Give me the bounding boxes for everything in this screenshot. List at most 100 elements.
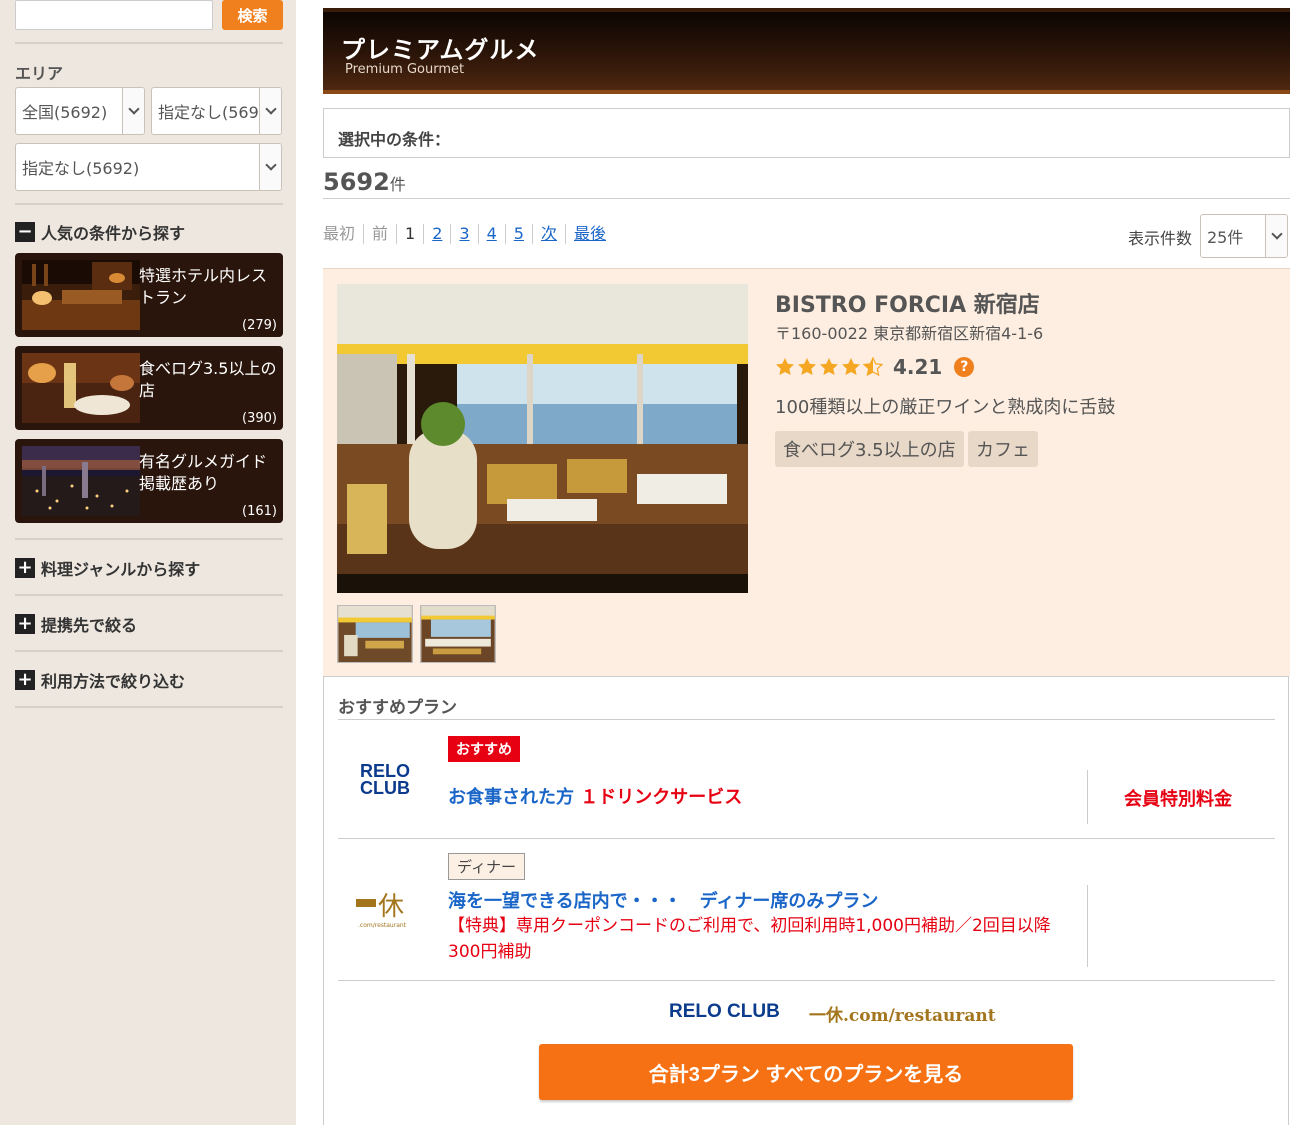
champagne-dinner-image <box>22 353 140 423</box>
pager-last[interactable]: 最後 <box>564 224 614 244</box>
city-select[interactable]: 指定なし(5692) <box>151 87 282 135</box>
genre-section-toggle[interactable]: + 料理ジャンルから探す <box>15 556 200 580</box>
popular-conditions-toggle[interactable]: − 人気の条件から探す <box>15 220 185 244</box>
chevron-down-icon <box>1265 215 1287 257</box>
pager-page-link[interactable]: 3 <box>450 224 477 244</box>
usage-section-label: 利用方法で絞り込む <box>41 672 186 691</box>
divider <box>15 538 283 540</box>
pager-page-link[interactable]: 2 <box>423 224 450 244</box>
shop-main-photo[interactable] <box>337 284 748 593</box>
star-half-icon <box>863 357 883 377</box>
star-icon <box>842 358 860 375</box>
pager-page-link[interactable]: 5 <box>504 224 532 244</box>
divider <box>15 594 283 596</box>
plus-icon: + <box>15 670 35 690</box>
pagination: 最初 前 1 2 3 4 5 次 最後 <box>323 224 614 244</box>
city-select-value: 指定なし(5692) <box>158 103 275 122</box>
plus-icon: + <box>15 614 35 634</box>
category-count: (279) <box>242 318 277 333</box>
page-subtitle: Premium Gourmet <box>345 62 465 77</box>
plan-title-link[interactable]: お食事された方 １ドリンクサービス <box>448 783 742 809</box>
shop-tag: カフェ <box>968 431 1038 467</box>
per-page-label: 表示件数 <box>1128 229 1193 248</box>
sidebar: 検索 エリア 全国(5692) 指定なし(5692) 指定なし(5692) − … <box>0 0 296 1125</box>
district-select[interactable]: 指定なし(5692) <box>15 143 282 191</box>
usage-section-toggle[interactable]: + 利用方法で絞り込む <box>15 668 185 692</box>
ikkyu-restaurant-logo: 一休.com/restaurant <box>809 1001 996 1026</box>
divider <box>338 719 1275 720</box>
star-icon <box>820 358 838 375</box>
shop-description: 100種類以上の厳正ワインと熟成肉に舌鼓 <box>775 397 1116 418</box>
plan-title-highlight: １ドリンクサービス <box>580 787 743 808</box>
plan-title-link[interactable]: 海を一望できる店内で・・・ ディナー席のみプラン <box>448 887 878 913</box>
category-title: 食べログ3.5以上の店 <box>139 359 277 400</box>
minus-icon: − <box>15 222 35 242</box>
divider <box>338 838 1275 839</box>
category-card-hotel-restaurant[interactable]: 特選ホテル内レストラン (279) <box>15 253 283 337</box>
relo-club-logo: RELO CLUB <box>360 761 411 798</box>
pager-prev: 前 <box>363 224 396 244</box>
category-card-tabelog[interactable]: 食べログ3.5以上の店 (390) <box>15 346 283 430</box>
pager-page-current: 1 <box>396 224 423 244</box>
page-title: プレミアムグルメ <box>341 36 540 64</box>
divider <box>1087 770 1088 824</box>
genre-section-label: 料理ジャンルから探す <box>41 560 201 579</box>
divider <box>15 203 283 205</box>
shop-tag: 食べログ3.5以上の店 <box>775 431 964 467</box>
ikkyu-logo: 休 .com/restaurant <box>356 892 407 929</box>
rating-value: 4.21 <box>893 355 943 379</box>
pager-page-link[interactable]: 4 <box>477 224 505 244</box>
search-input[interactable] <box>15 0 213 30</box>
svg-text:.com/restaurant: .com/restaurant <box>358 922 407 929</box>
pager-next[interactable]: 次 <box>531 224 565 244</box>
divider <box>15 42 283 44</box>
member-price: 会員特別料金 <box>1124 789 1232 810</box>
prefecture-select[interactable]: 全国(5692) <box>15 87 145 135</box>
shop-rating: 4.21 ? <box>775 355 975 379</box>
divider <box>15 706 283 708</box>
view-all-plans-button[interactable]: 合計3プラン すべてのプランを見る <box>539 1044 1073 1100</box>
plans-heading: おすすめプラン <box>338 698 457 718</box>
popular-conditions-heading: 人気の条件から探す <box>41 224 186 243</box>
selected-conditions: 選択中の条件： <box>323 108 1290 158</box>
pager-first: 最初 <box>323 224 356 243</box>
star-icon <box>776 358 794 375</box>
shop-address: 〒160-0022 東京都新宿区新宿4-1-6 <box>775 324 1044 343</box>
district-select-value: 指定なし(5692) <box>22 159 140 178</box>
category-card-gourmet-guide[interactable]: 有名グルメガイド掲載歴あり (161) <box>15 439 283 523</box>
plan-benefit-note: 【特典】専用クーポンコードのご利用で、初回利用時1,000円補助／2回目以降30… <box>448 916 1051 962</box>
help-icon[interactable]: ? <box>954 357 975 377</box>
relo-club-logo: RELO CLUB <box>669 1001 780 1022</box>
result-count-unit: 件 <box>389 175 406 194</box>
divider <box>15 650 283 652</box>
dinner-badge: ディナー <box>448 853 525 880</box>
night-city-image <box>22 446 140 516</box>
area-label: エリア <box>15 64 64 83</box>
plan-title-text: お食事された方 <box>448 787 574 808</box>
category-title: 有名グルメガイド掲載歴あり <box>139 452 268 493</box>
shop-name[interactable]: BISTRO FORCIA 新宿店 <box>775 287 1040 319</box>
hotel-restaurant-image <box>22 260 140 330</box>
recommend-badge: おすすめ <box>448 736 520 762</box>
category-count: (390) <box>242 411 277 426</box>
divider <box>323 198 1290 199</box>
plus-icon: + <box>15 558 35 578</box>
category-title: 特選ホテル内レストラン <box>139 266 268 307</box>
shop-thumbnail[interactable] <box>337 605 413 663</box>
star-icon <box>798 358 816 375</box>
main-content: プレミアムグルメ Premium Gourmet 選択中の条件： 5692件 最… <box>323 0 1290 1125</box>
ikkyu-logo-text: 一休.com/restaurant <box>809 1006 996 1026</box>
per-page-select[interactable]: 25件 <box>1200 214 1288 258</box>
result-count-number: 5692 <box>323 168 390 196</box>
divider <box>1087 885 1088 967</box>
search-row: 検索 <box>15 0 283 30</box>
category-count: (161) <box>242 504 277 519</box>
page-banner: プレミアムグルメ Premium Gourmet <box>323 8 1290 94</box>
chevron-down-icon <box>122 88 144 134</box>
partner-section-toggle[interactable]: + 提携先で絞る <box>15 612 137 636</box>
shop-thumbnail[interactable] <box>420 605 496 663</box>
prefecture-select-value: 全国(5692) <box>22 103 108 122</box>
result-count: 5692件 <box>323 168 406 196</box>
chevron-down-icon <box>259 88 281 134</box>
search-button[interactable]: 検索 <box>222 0 283 30</box>
